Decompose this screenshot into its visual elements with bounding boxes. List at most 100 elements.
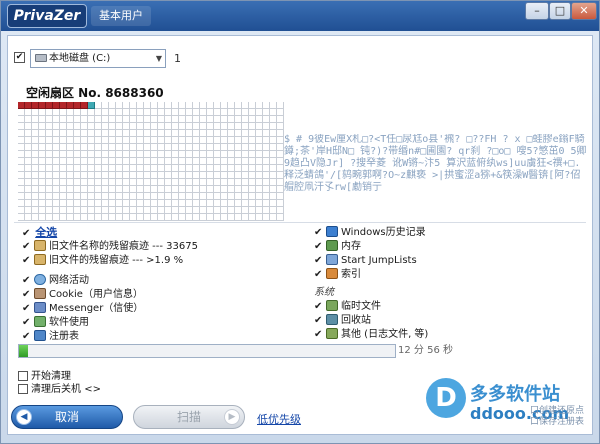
checkmark-icon: ✔	[314, 241, 323, 252]
progress-fill	[19, 345, 28, 357]
category-item[interactable]: ✔ 回收站	[314, 314, 428, 328]
category-item[interactable]: ✔ 临时文件	[314, 300, 428, 314]
sector-cell	[151, 207, 158, 214]
category-item[interactable]: ✔ 网络活动	[22, 274, 198, 288]
sector-cell	[263, 102, 270, 109]
sector-cell	[207, 151, 214, 158]
checkmark-icon: ✔	[314, 227, 323, 238]
drive-checkbox[interactable]: ✔	[14, 52, 25, 63]
sector-cell	[109, 214, 116, 221]
sector-cell	[32, 200, 39, 207]
category-item[interactable]: ✔ 旧文件的残留痕迹 --- >1.9 %	[22, 254, 198, 268]
category-item[interactable]: ✔ 软件使用	[22, 316, 198, 330]
sector-cell	[46, 130, 53, 137]
sector-cell	[74, 123, 81, 130]
sector-cell	[67, 109, 74, 116]
scan-button[interactable]: 扫描 ▶	[133, 405, 245, 429]
sector-cell	[102, 151, 109, 158]
category-item[interactable]: ✔ 其他 (日志文件, 等)	[314, 328, 428, 342]
category-item[interactable]: ✔ 注册表	[22, 330, 198, 344]
sector-cell	[221, 200, 228, 207]
minimize-button[interactable]: –	[525, 2, 549, 20]
sector-cell	[263, 214, 270, 221]
sector-cell	[95, 144, 102, 151]
start-cleanup-checkbox[interactable]	[18, 371, 28, 381]
sector-cell	[214, 214, 221, 221]
sector-cell	[207, 165, 214, 172]
sector-cell	[277, 130, 284, 137]
sector-cell	[228, 130, 235, 137]
sector-cell	[165, 158, 172, 165]
sector-cell	[263, 116, 270, 123]
sector-cell	[25, 214, 32, 221]
sector-cell	[207, 123, 214, 130]
sector-cell	[214, 102, 221, 109]
sector-cell	[109, 102, 116, 109]
sector-cell	[25, 123, 32, 130]
sector-cell	[109, 186, 116, 193]
sector-cell	[158, 165, 165, 172]
sector-cell	[165, 186, 172, 193]
sector-cell	[235, 186, 242, 193]
cancel-button[interactable]: ◀ 取消	[11, 405, 123, 429]
sector-cell	[60, 186, 67, 193]
sector-cell	[60, 123, 67, 130]
sector-cell	[74, 214, 81, 221]
category-item[interactable]: ✔ Start JumpLists	[314, 254, 428, 268]
sector-cell	[277, 165, 284, 172]
sector-cell	[53, 116, 60, 123]
select-all-item[interactable]: ✔ 全选	[22, 226, 198, 240]
shutdown-toggle-arrows[interactable]: <>	[84, 384, 101, 395]
edition-label: 基本用户	[91, 6, 151, 26]
category-item[interactable]: ✔ 索引	[314, 268, 428, 282]
sector-cell	[39, 172, 46, 179]
sector-cell	[116, 137, 123, 144]
main-window: PrivaZer 基本用户 – □ ✕ ✔ 本地磁盘 (C:) ▼ 1 空闲扇区…	[0, 0, 600, 444]
sector-cell	[67, 123, 74, 130]
category-item[interactable]: ✔ 内存	[314, 240, 428, 254]
sector-cell	[123, 151, 130, 158]
sector-cell	[228, 214, 235, 221]
sector-cell	[46, 144, 53, 151]
sector-cell	[242, 193, 249, 200]
sector-cell	[88, 116, 95, 123]
shutdown-option[interactable]: 清理后关机 <>	[18, 383, 101, 396]
sector-cell	[46, 165, 53, 172]
sector-cell	[270, 179, 277, 186]
maximize-button[interactable]: □	[549, 2, 571, 20]
sector-cell	[25, 200, 32, 207]
sector-cell	[221, 109, 228, 116]
sector-cell	[200, 102, 207, 109]
drive-dropdown[interactable]: 本地磁盘 (C:) ▼	[30, 49, 166, 68]
low-priority-link[interactable]: 低优先级	[257, 411, 301, 427]
sector-cell	[200, 200, 207, 207]
sector-cell	[221, 130, 228, 137]
sector-cell	[116, 200, 123, 207]
sector-cell	[39, 102, 46, 109]
category-item[interactable]: ✔ 旧文件名称的残留痕迹 --- 33675	[22, 240, 198, 254]
sector-cell	[130, 144, 137, 151]
sector-cell	[144, 130, 151, 137]
close-button[interactable]: ✕	[571, 2, 597, 20]
sector-cell	[200, 207, 207, 214]
sector-cell	[39, 200, 46, 207]
sector-cell	[53, 102, 60, 109]
sector-cell	[172, 109, 179, 116]
category-item[interactable]: ✔ Messenger（信使）	[22, 302, 198, 316]
sector-cell	[18, 179, 25, 186]
start-cleanup-option[interactable]: 开始清理	[18, 370, 101, 383]
category-item[interactable]: ✔ Cookie（用户信息）	[22, 288, 198, 302]
sector-cell	[123, 116, 130, 123]
category-item[interactable]: ✔ Windows历史记录	[314, 226, 428, 240]
sector-cell	[116, 151, 123, 158]
category-label: Cookie（用户信息）	[49, 289, 143, 300]
sector-cell	[256, 200, 263, 207]
sector-cell	[130, 193, 137, 200]
shutdown-checkbox[interactable]	[18, 384, 28, 394]
sector-cell	[109, 179, 116, 186]
sector-cell	[109, 130, 116, 137]
sector-cell	[116, 214, 123, 221]
sector-cell	[214, 116, 221, 123]
sector-cell	[88, 214, 95, 221]
select-all-link[interactable]: 全选	[35, 226, 57, 239]
